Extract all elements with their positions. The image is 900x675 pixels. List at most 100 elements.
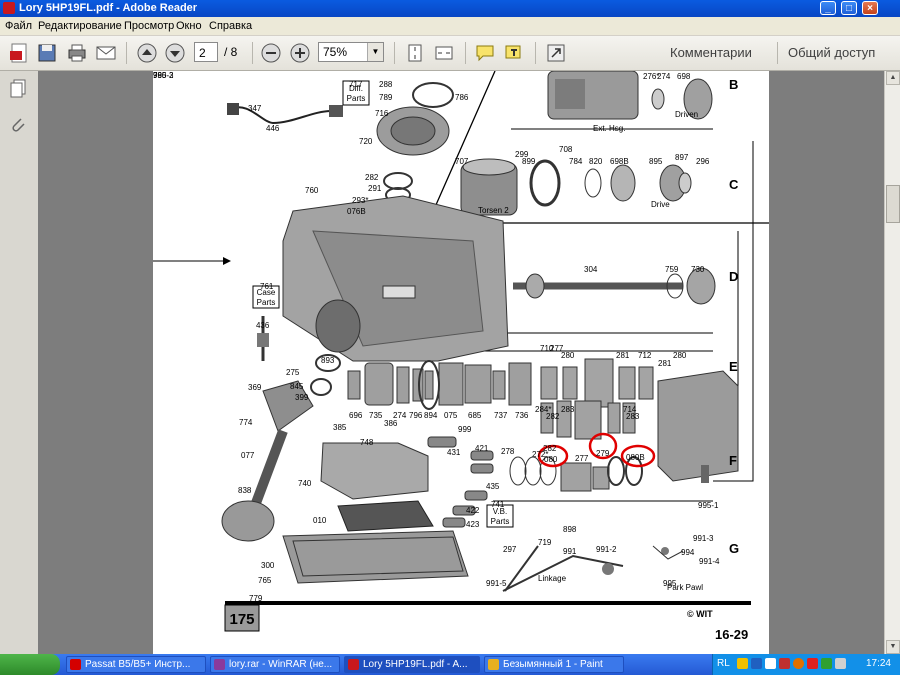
section-label-f: F — [729, 453, 737, 468]
adobe-reader-icon — [3, 2, 15, 14]
part-number-label: 894 — [424, 411, 438, 420]
opera-icon — [70, 659, 81, 670]
comments-button[interactable]: Комментарии — [670, 45, 752, 60]
section-label-d: D — [729, 269, 738, 284]
maximize-button[interactable]: □ — [841, 1, 857, 15]
adobe-reader-icon — [348, 659, 359, 670]
boxed-label-diff-2: Parts — [347, 94, 366, 103]
expand-icon[interactable] — [545, 42, 567, 64]
part-number-label: 423 — [466, 520, 480, 529]
part-number-label: 899 — [522, 157, 536, 166]
menu-file[interactable]: Файл — [5, 20, 32, 32]
task-paint[interactable]: Безымянный 1 - Paint — [484, 656, 624, 673]
pages-icon[interactable] — [9, 79, 27, 99]
share-button[interactable]: Общий доступ — [788, 45, 875, 60]
zoom-in-icon[interactable] — [289, 42, 311, 64]
next-page-icon[interactable] — [164, 42, 186, 64]
media-tray-icon[interactable] — [765, 658, 776, 669]
part-number-label: 789 — [379, 93, 393, 102]
part-number-label: 422 — [466, 506, 480, 515]
volume-tray-icon[interactable] — [835, 658, 846, 669]
start-button[interactable] — [0, 654, 60, 675]
task-winrar[interactable]: lory.rar - WinRAR (не... — [210, 656, 340, 673]
fit-width-icon[interactable] — [433, 42, 455, 64]
network-tray-icon[interactable] — [751, 658, 762, 669]
boxed-label-case-2: Parts — [257, 298, 276, 307]
part-number-label: 737 — [494, 411, 508, 420]
exploded-view-diagram: 175 16-29 © WIT B C D E F G Diff. Parts … — [153, 71, 769, 642]
part-number-label: 274 — [393, 411, 407, 420]
part-number-label: 991 — [563, 547, 577, 556]
create-pdf-icon[interactable] — [8, 42, 30, 64]
part-number-label: 075 — [444, 411, 458, 420]
part-number-label: 708 — [559, 145, 573, 154]
part-number-label: 999 — [458, 425, 472, 434]
menu-help[interactable]: Справка — [209, 20, 252, 32]
task-opera[interactable]: Passat B5/B5+ Инстр... — [66, 656, 206, 673]
task-label: Безымянный 1 - Paint — [503, 659, 603, 670]
part-number-label: 717 — [349, 80, 363, 89]
print-icon[interactable] — [66, 42, 88, 64]
minimize-button[interactable]: _ — [820, 1, 836, 15]
page-total: / 8 — [224, 45, 238, 59]
comment-icon[interactable] — [474, 42, 496, 64]
part-number-label: 780 — [153, 71, 167, 80]
menu-edit[interactable]: Редактирование — [38, 20, 122, 32]
part-number-label: 293* — [352, 196, 368, 205]
folder-tray-icon[interactable] — [737, 658, 748, 669]
ati-tray-icon[interactable] — [807, 658, 818, 669]
part-number-label: 712 — [638, 351, 652, 360]
paint-icon — [488, 659, 499, 670]
boxed-label-vb-2: Parts — [491, 517, 510, 526]
zoom-select[interactable]: 75% ▼ — [318, 42, 384, 62]
part-number-label: 991-4 — [699, 557, 720, 566]
part-number-label: 995 — [663, 579, 677, 588]
previous-page-icon[interactable] — [136, 42, 158, 64]
group-label-driven: Driven — [675, 110, 698, 119]
section-label-e: E — [729, 359, 738, 374]
window-title: Lory 5HP19FL.pdf - Adobe Reader — [19, 2, 198, 14]
part-number-label: 784 — [569, 157, 583, 166]
scroll-down-button[interactable]: ▼ — [886, 640, 900, 654]
part-number-label: 272* — [532, 450, 548, 459]
browser-tray-icon[interactable] — [793, 658, 804, 669]
part-number-label: 698 — [677, 72, 691, 81]
part-number-label: 994 — [681, 548, 695, 557]
part-number-label: 991-5 — [486, 579, 507, 588]
task-label: lory.rar - WinRAR (не... — [229, 659, 333, 670]
attachments-icon[interactable] — [9, 115, 27, 135]
fit-page-icon[interactable] — [404, 42, 426, 64]
scroll-thumb[interactable] — [886, 185, 900, 223]
part-number-label: 436 — [256, 321, 270, 330]
part-number-label: 845 — [290, 382, 304, 391]
part-number-label: 774 — [239, 418, 253, 427]
part-number-label: 720 — [359, 137, 373, 146]
page-number-input[interactable]: 2 — [194, 42, 218, 62]
section-label-g: G — [729, 541, 739, 556]
part-number-label: 077 — [241, 451, 255, 460]
part-label-279: 279 — [596, 449, 610, 458]
highlight-icon[interactable] — [503, 42, 525, 64]
part-number-label: 820 — [589, 157, 603, 166]
task-adobe-reader[interactable]: Lory 5HP19FL.pdf - A... — [344, 656, 480, 673]
part-number-label: 895 — [649, 157, 663, 166]
update-tray-icon[interactable] — [779, 658, 790, 669]
part-number-label: 838 — [238, 486, 252, 495]
menu-window[interactable]: Окно — [176, 20, 202, 32]
antivirus-tray-icon[interactable] — [821, 658, 832, 669]
part-number-label: 716 — [375, 109, 389, 118]
part-number-label: 281 — [616, 351, 630, 360]
language-indicator[interactable]: RL — [717, 658, 730, 669]
menu-view[interactable]: Просмотр — [124, 20, 174, 32]
close-button[interactable]: × — [862, 1, 878, 15]
scroll-up-button[interactable]: ▲ — [886, 71, 900, 85]
chevron-down-icon[interactable]: ▼ — [367, 43, 383, 61]
part-number-label: 995-1 — [698, 501, 719, 510]
email-icon[interactable] — [95, 42, 117, 64]
zoom-out-icon[interactable] — [260, 42, 282, 64]
part-number-label: 696 — [349, 411, 363, 420]
save-icon[interactable] — [36, 42, 58, 64]
part-number-label: 369 — [248, 383, 262, 392]
vertical-scrollbar[interactable]: ▲ ▼ — [884, 71, 900, 654]
part-number-label: 761 — [260, 282, 274, 291]
